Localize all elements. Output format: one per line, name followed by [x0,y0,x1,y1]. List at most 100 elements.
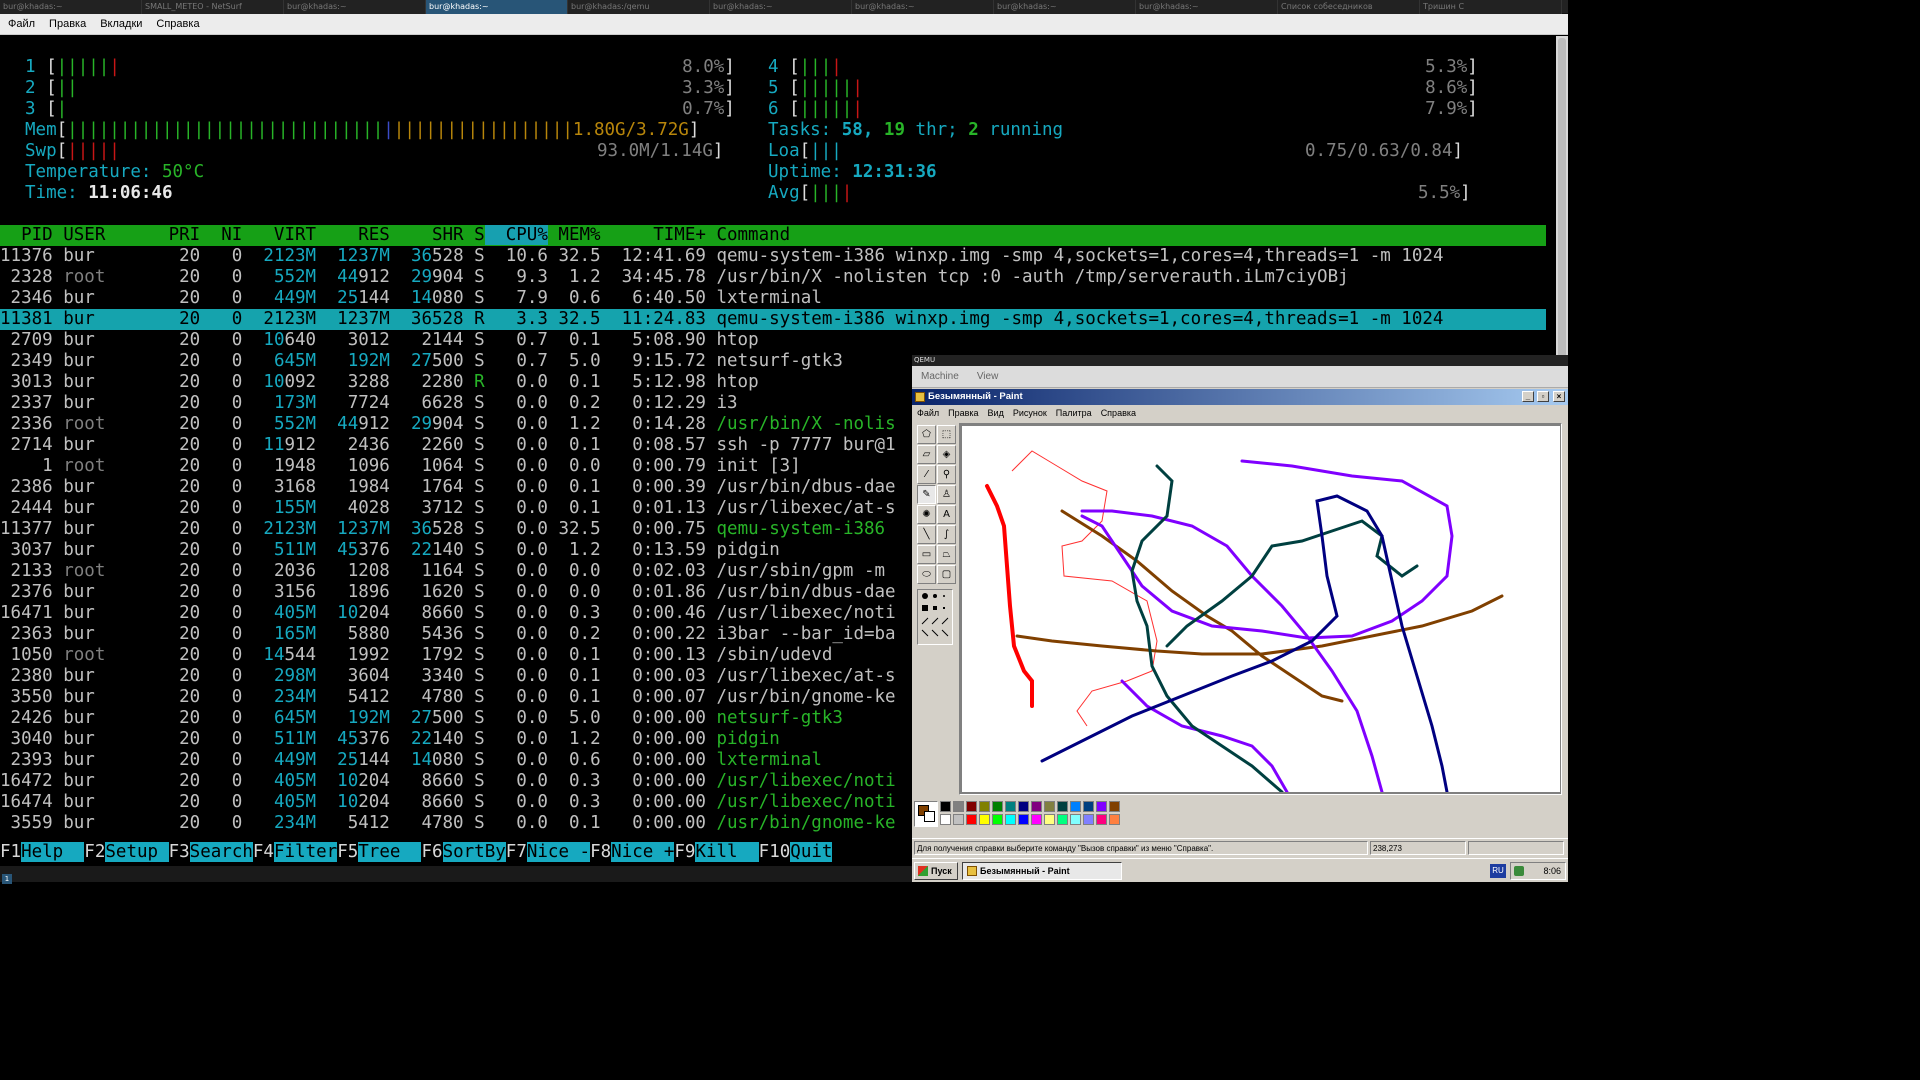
fkey-f8[interactable]: F8 [590,842,612,862]
paint-titlebar[interactable]: Безымянный - Paint _ ▫ × [912,389,1568,405]
palette-swatch[interactable] [1070,801,1081,812]
workspace-tab[interactable]: Список собеседников [1278,0,1420,14]
color-picker-icon[interactable]: ⁄ [917,465,936,484]
fkey-label-f3[interactable]: Search [189,842,253,862]
palette-swatch[interactable] [1044,801,1055,812]
palette-swatch[interactable] [1018,801,1029,812]
palette-swatch[interactable] [992,814,1003,825]
airbrush-icon[interactable]: ✺ [917,505,936,524]
rect-select-icon[interactable]: ⬚ [937,425,956,444]
process-row[interactable]: 2386 bur 20 0 3168 1984 1764 S 0.0 0.1 0… [0,477,896,498]
fkey-label-f9[interactable]: Kill [695,842,759,862]
rounded-rect-icon[interactable]: ▢ [937,565,956,584]
workspace-tab[interactable]: bur@khadas:~ [710,0,852,14]
paint-menu-item[interactable]: Правка [943,408,982,418]
palette-swatch[interactable] [1044,814,1055,825]
fkey-label-f8[interactable]: Nice + [611,842,675,862]
polygon-icon[interactable]: ⏢ [937,545,956,564]
fkey-f5[interactable]: F5 [337,842,359,862]
menu-file[interactable]: Файл [0,18,41,30]
process-row[interactable]: 16471 bur 20 0 405M 10204 8660 S 0.0 0.3… [0,603,896,624]
process-row[interactable]: 2336 root 20 0 552M 44912 29904 S 0.0 1.… [0,414,896,435]
ellipse-icon[interactable]: ⬭ [917,565,936,584]
process-row[interactable]: 2393 bur 20 0 449M 25144 14080 S 0.0 0.6… [0,750,822,771]
process-row[interactable]: 2133 root 20 0 2036 1208 1164 S 0.0 0.0 … [0,561,886,582]
process-row[interactable]: 3559 bur 20 0 234M 5412 4780 S 0.0 0.1 0… [0,813,896,834]
free-select-icon[interactable]: ⬠ [917,425,936,444]
process-row[interactable]: 2328 root 20 0 552M 44912 29904 S 9.3 1.… [0,267,1349,288]
brush-icon[interactable]: ♙ [937,485,956,504]
process-row[interactable]: 2444 bur 20 0 155M 4028 3712 S 0.0 0.1 0… [0,498,896,519]
fkey-f6[interactable]: F6 [421,842,443,862]
process-row[interactable]: 1 root 20 0 1948 1096 1064 S 0.0 0.0 0:0… [0,456,801,477]
minimize-button[interactable]: _ [1522,391,1534,402]
palette-swatch[interactable] [966,801,977,812]
palette-swatch[interactable] [1109,814,1120,825]
fkey-label-f6[interactable]: SortBy [442,842,506,862]
process-row[interactable]: 3040 bur 20 0 511M 45376 22140 S 0.0 1.2… [0,729,780,750]
process-row[interactable]: 3013 bur 20 0 10092 3288 2280 R 0.0 0.1 … [0,372,759,393]
workspace-tab[interactable]: bur@khadas:~ [426,0,568,14]
palette-swatch[interactable] [1031,801,1042,812]
palette-swatch[interactable] [1070,814,1081,825]
qemu-window[interactable]: QEMU Machine View Безымянный - Paint _ ▫ … [912,355,1568,882]
line-icon[interactable]: ╲ [917,525,936,544]
palette-swatch[interactable] [1096,801,1107,812]
paint-menu-item[interactable]: Палитра [1051,408,1096,418]
workspace-tab[interactable]: bur@khadas:~ [284,0,426,14]
start-button[interactable]: Пуск [914,862,958,880]
palette-swatch[interactable] [966,814,977,825]
process-row[interactable]: 2426 bur 20 0 645M 192M 27500 S 0.0 5.0 … [0,708,843,729]
taskbar-paint-button[interactable]: Безымянный - Paint [962,862,1122,880]
workspace-tab[interactable]: bur@khadas:/qemu [568,0,710,14]
workspace-tab[interactable]: SMALL_METEO - NetSurf [142,0,284,14]
process-row[interactable]: 11377 bur 20 0 2123M 1237M 36528 S 0.0 3… [0,519,885,540]
menu-help[interactable]: Справка [148,18,205,30]
palette-swatch[interactable] [1031,814,1042,825]
palette-swatch[interactable] [940,814,951,825]
process-row[interactable]: 2376 bur 20 0 3156 1896 1620 S 0.0 0.0 0… [0,582,896,603]
qemu-menu-machine[interactable]: Machine [912,371,968,382]
palette-swatch[interactable] [1005,814,1016,825]
language-indicator[interactable]: RU [1490,864,1506,878]
fkey-f7[interactable]: F7 [505,842,527,862]
fkey-f2[interactable]: F2 [84,842,106,862]
process-row[interactable]: 3550 bur 20 0 234M 5412 4780 S 0.0 0.1 0… [0,687,896,708]
qemu-menu-view[interactable]: View [968,371,1008,382]
maximize-button[interactable]: ▫ [1537,391,1549,402]
process-row[interactable]: 2363 bur 20 0 165M 5880 5436 S 0.0 0.2 0… [0,624,896,645]
background-color[interactable] [924,811,935,822]
fkey-f9[interactable]: F9 [674,842,696,862]
paint-menu-item[interactable]: Рисунок [1008,408,1051,418]
fkey-f4[interactable]: F4 [252,842,274,862]
workspace-tab[interactable]: bur@khadas:~ [1136,0,1278,14]
palette-swatch[interactable] [1057,814,1068,825]
guest-screen[interactable]: Безымянный - Paint _ ▫ × Файл Правка Вид Ри… [912,389,1568,882]
fkey-f10[interactable]: F10 [758,842,791,862]
menu-edit[interactable]: Правка [41,18,92,30]
fkey-label-f10[interactable]: Quit [790,842,833,862]
palette-swatch[interactable] [1057,801,1068,812]
fkey-label-f4[interactable]: Filter [273,842,338,862]
text-icon[interactable]: A [937,505,956,524]
palette-swatch[interactable] [953,814,964,825]
palette-swatch[interactable] [940,801,951,812]
workspace-tab[interactable]: bur@khadas:~ [852,0,994,14]
palette-swatch[interactable] [979,814,990,825]
fkey-label-f5[interactable]: Tree [358,842,422,862]
magnifier-icon[interactable]: ⚲ [937,465,956,484]
palette-swatch[interactable] [992,801,1003,812]
palette-swatch[interactable] [979,801,990,812]
process-row[interactable]: 2380 bur 20 0 298M 3604 3340 S 0.0 0.1 0… [0,666,896,687]
palette-swatch[interactable] [1083,801,1094,812]
workspace-indicator[interactable]: 1 [2,874,12,884]
process-row[interactable]: 2714 bur 20 0 11912 2436 2260 S 0.0 0.1 … [0,435,896,456]
process-row[interactable]: 16474 bur 20 0 405M 10204 8660 S 0.0 0.3… [0,792,896,813]
curve-icon[interactable]: ∫ [937,525,956,544]
fill-icon[interactable]: ◈ [937,445,956,464]
workspace-tab[interactable]: bur@khadas:~ [0,0,142,14]
eraser-icon[interactable]: ▱ [917,445,936,464]
palette-swatch[interactable] [1109,801,1120,812]
fkey-label-f1[interactable]: Help [21,842,85,862]
palette-swatch[interactable] [953,801,964,812]
